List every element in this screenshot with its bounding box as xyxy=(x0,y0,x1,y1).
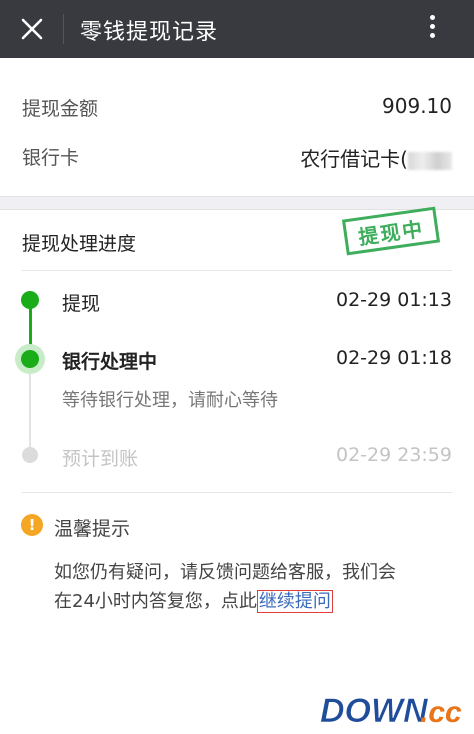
continue-question-link[interactable]: 继续提问 xyxy=(256,590,333,613)
timeline-dot-done xyxy=(21,291,39,309)
step-time: 02-29 01:18 xyxy=(335,347,452,369)
tip-body: 如您仍有疑问，请反馈问题给客服，我们会 在24小时内答复您，点此 继续提问 xyxy=(54,558,454,616)
tip-text-line2: 在24小时内答复您，点此 xyxy=(54,591,257,612)
bank-card-name: 农行借记卡( xyxy=(300,147,408,171)
section-gap xyxy=(0,196,474,210)
amount-label: 提现金额 xyxy=(22,98,99,120)
step-note: 等待银行处理，请耐心等待 xyxy=(62,390,278,411)
tip-text-line1: 如您仍有疑问，请反馈问题给客服，我们会 xyxy=(54,562,396,583)
close-icon[interactable] xyxy=(20,17,44,41)
step-label: 预计到账 xyxy=(62,448,139,470)
header-divider xyxy=(63,14,64,44)
watermark-suffix: .cc xyxy=(420,696,462,729)
page-title: 零钱提现记录 xyxy=(80,20,219,45)
timeline-dot-current xyxy=(21,350,39,368)
status-stamp: 提现中 xyxy=(341,206,441,256)
bank-card-label: 银行卡 xyxy=(22,147,80,169)
bank-card-value: 农行借记卡( xyxy=(300,143,452,172)
masked-card-number xyxy=(408,151,452,170)
timeline-dot-pending xyxy=(22,447,38,463)
divider xyxy=(22,270,452,271)
step-time: 02-29 01:13 xyxy=(335,289,452,311)
tip-title: 温馨提示 xyxy=(54,518,131,540)
amount-value: 909.10 xyxy=(382,94,452,118)
progress-title: 提现处理进度 xyxy=(22,233,137,255)
timeline-line-pending xyxy=(29,360,31,456)
divider xyxy=(22,492,452,493)
step-label: 银行处理中 xyxy=(62,351,158,373)
step-time: 02-29 23:59 xyxy=(335,444,452,466)
top-bar: 零钱提现记录 xyxy=(0,0,474,58)
site-watermark: DOWN .cc xyxy=(316,690,468,730)
watermark-main: DOWN xyxy=(320,692,429,730)
step-label: 提现 xyxy=(62,293,101,315)
info-icon: ! xyxy=(21,514,43,536)
more-vertical-icon[interactable] xyxy=(426,15,438,43)
